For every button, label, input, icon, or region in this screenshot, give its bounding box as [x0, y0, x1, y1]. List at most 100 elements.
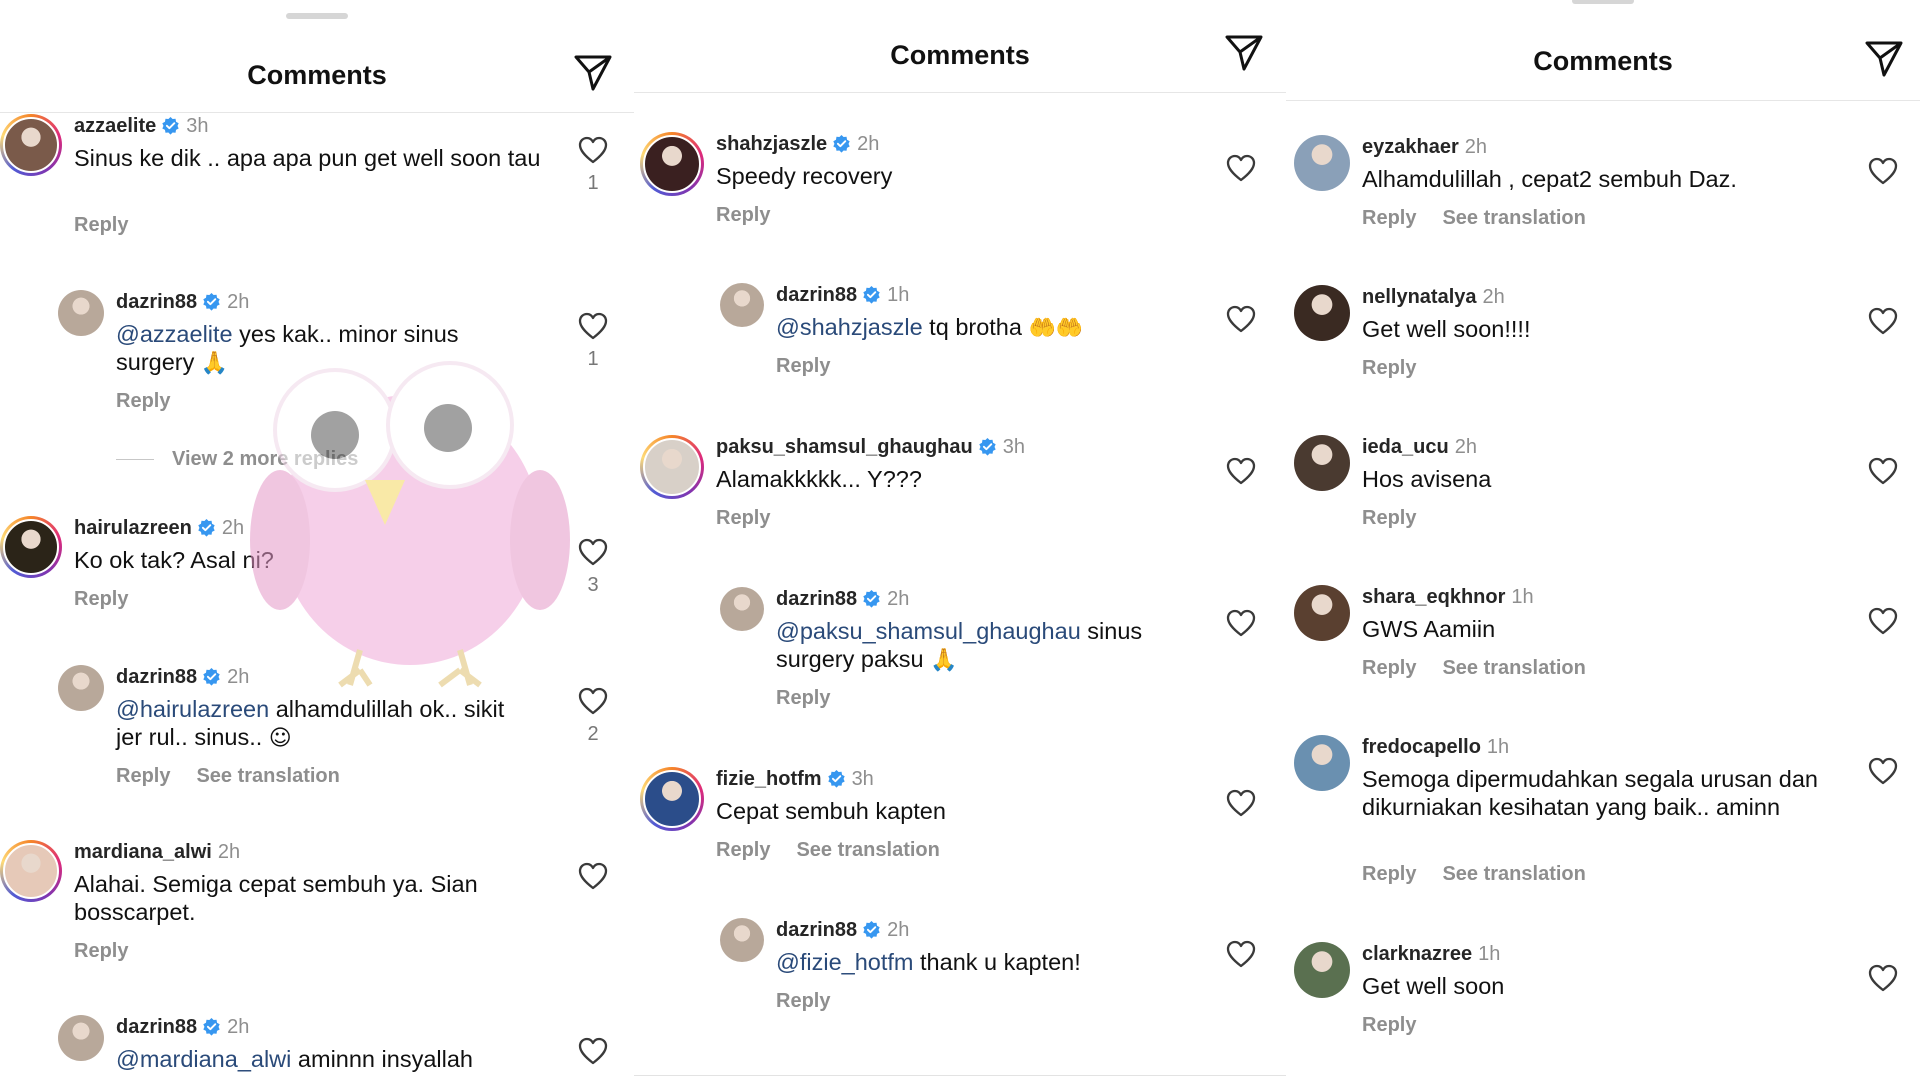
username[interactable]: azzaelite: [74, 115, 156, 137]
reply-button[interactable]: Reply: [116, 765, 170, 787]
username[interactable]: paksu_shamsul_ghaughau: [716, 436, 973, 458]
heart-icon[interactable]: [578, 136, 608, 164]
avatar[interactable]: [1294, 285, 1350, 341]
avatar[interactable]: [1294, 435, 1350, 491]
see-translation-button[interactable]: See translation: [1442, 207, 1585, 229]
username[interactable]: dazrin88: [116, 1016, 197, 1038]
avatar[interactable]: [1294, 585, 1350, 641]
avatar[interactable]: [58, 665, 104, 711]
username[interactable]: dazrin88: [116, 666, 197, 688]
reply-button[interactable]: Reply: [1362, 207, 1416, 229]
sheet-grabber[interactable]: [1572, 0, 1634, 4]
reply-button[interactable]: Reply: [1362, 507, 1416, 529]
reply-button[interactable]: Reply: [74, 940, 128, 962]
avatar-image: [643, 438, 701, 496]
mention-link[interactable]: @hairulazreen: [116, 696, 269, 722]
avatar[interactable]: [720, 587, 764, 631]
avatar[interactable]: [720, 918, 764, 962]
avatar[interactable]: [640, 132, 704, 196]
view-more-replies-button[interactable]: View 2 more replies: [116, 448, 358, 471]
avatar[interactable]: [640, 435, 704, 499]
mention-link[interactable]: @paksu_shamsul_ghaughau: [776, 618, 1081, 644]
send-icon[interactable]: [1864, 40, 1904, 78]
see-translation-button[interactable]: See translation: [796, 839, 939, 861]
reply-button[interactable]: Reply: [776, 355, 830, 377]
reply-button[interactable]: Reply: [1362, 357, 1416, 379]
reply-button[interactable]: Reply: [116, 390, 170, 412]
heart-icon[interactable]: [578, 1037, 608, 1065]
heart-icon[interactable]: [578, 538, 608, 566]
see-translation-button[interactable]: See translation: [1442, 863, 1585, 885]
like-control: [578, 862, 608, 890]
avatar[interactable]: [0, 114, 62, 176]
avatar[interactable]: [1294, 135, 1350, 191]
avatar[interactable]: [0, 516, 62, 578]
avatar[interactable]: [0, 840, 62, 902]
mention-link[interactable]: @shahzjaszle: [776, 314, 923, 340]
avatar[interactable]: [720, 283, 764, 327]
username[interactable]: fredocapello: [1362, 736, 1481, 758]
verified-badge-icon: [862, 285, 881, 304]
send-icon[interactable]: [573, 54, 613, 92]
avatar-image: [720, 587, 764, 631]
mention-link[interactable]: @fizie_hotfm: [776, 949, 914, 975]
reply-button[interactable]: Reply: [74, 214, 128, 236]
heart-icon[interactable]: [1226, 305, 1256, 333]
username[interactable]: mardiana_alwi: [74, 841, 212, 863]
heart-icon[interactable]: [1868, 307, 1898, 335]
heart-icon[interactable]: [1868, 457, 1898, 485]
heart-icon[interactable]: [578, 687, 608, 715]
heart-icon[interactable]: [1868, 607, 1898, 635]
avatar[interactable]: [58, 1015, 104, 1061]
heart-icon[interactable]: [578, 862, 608, 890]
username[interactable]: shahzjaszle: [716, 133, 827, 155]
mention-link[interactable]: @azzaelite: [116, 321, 233, 347]
avatar[interactable]: [58, 290, 104, 336]
reply-button[interactable]: Reply: [1362, 863, 1416, 885]
heart-icon[interactable]: [1226, 609, 1256, 637]
reply-button[interactable]: Reply: [1362, 657, 1416, 679]
username[interactable]: dazrin88: [116, 291, 197, 313]
timestamp: 2h: [857, 133, 880, 155]
reply-button[interactable]: Reply: [74, 588, 128, 610]
username[interactable]: fizie_hotfm: [716, 768, 822, 790]
heart-icon[interactable]: [1226, 940, 1256, 968]
emoji: ☺: [268, 726, 292, 751]
heart-icon[interactable]: [1868, 964, 1898, 992]
reply-button[interactable]: Reply: [716, 839, 770, 861]
reply-button[interactable]: Reply: [776, 687, 830, 709]
send-icon[interactable]: [1224, 34, 1264, 72]
timestamp: 2h: [227, 666, 250, 688]
username[interactable]: nellynatalya: [1362, 286, 1477, 308]
reply-button[interactable]: Reply: [716, 204, 770, 226]
avatar[interactable]: [1294, 942, 1350, 998]
heart-icon[interactable]: [1226, 789, 1256, 817]
comment-text: Hos avisena: [1362, 465, 1832, 493]
username[interactable]: dazrin88: [776, 919, 857, 941]
avatar[interactable]: [640, 767, 704, 831]
see-translation-button[interactable]: See translation: [1442, 657, 1585, 679]
heart-icon[interactable]: [1868, 157, 1898, 185]
heart-icon[interactable]: [1868, 757, 1898, 785]
avatar-image: [3, 843, 59, 899]
username[interactable]: ieda_ucu: [1362, 436, 1449, 458]
comment-text: @hairulazreen alhamdulillah ok.. sikit j…: [116, 695, 511, 753]
sheet-grabber[interactable]: [286, 13, 348, 19]
mention-link[interactable]: @mardiana_alwi: [116, 1046, 291, 1072]
username[interactable]: eyzakhaer: [1362, 136, 1459, 158]
username[interactable]: clarknazree: [1362, 943, 1472, 965]
heart-icon[interactable]: [578, 312, 608, 340]
see-translation-button[interactable]: See translation: [196, 765, 339, 787]
username[interactable]: dazrin88: [776, 588, 857, 610]
username[interactable]: dazrin88: [776, 284, 857, 306]
heart-icon[interactable]: [1226, 154, 1256, 182]
reply-button[interactable]: Reply: [776, 990, 830, 1012]
heart-icon[interactable]: [1226, 457, 1256, 485]
avatar[interactable]: [1294, 735, 1350, 791]
comment-actions: Reply: [74, 940, 154, 963]
username[interactable]: shara_eqkhnor: [1362, 586, 1505, 608]
avatar-image: [720, 918, 764, 962]
username[interactable]: hairulazreen: [74, 517, 192, 539]
reply-button[interactable]: Reply: [716, 507, 770, 529]
reply-button[interactable]: Reply: [1362, 1014, 1416, 1036]
